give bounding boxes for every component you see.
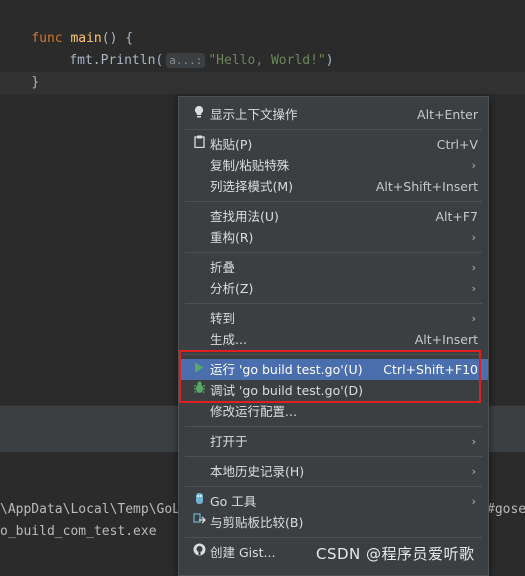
go-tools-icon: [192, 491, 206, 512]
menu-item-run-go-build[interactable]: 运行 'go build test.go'(U) Ctrl+Shift+F10: [179, 359, 488, 380]
menu-separator: [185, 354, 482, 355]
menu-separator: [185, 303, 482, 304]
menu-item-folding[interactable]: 折叠 ›: [179, 257, 488, 278]
chevron-right-icon: ›: [471, 231, 476, 244]
string-literal: "Hello, World!": [208, 53, 326, 68]
menu-item-shortcut: Alt+Shift+Insert: [375, 179, 478, 194]
menu-separator: [185, 129, 482, 130]
menu-separator: [185, 537, 482, 538]
menu-separator: [185, 201, 482, 202]
menu-item-label: 粘贴(P): [210, 137, 253, 152]
menu-item-show-context-actions[interactable]: 显示上下文操作 Alt+Enter: [179, 104, 488, 125]
chevron-right-icon: ›: [471, 495, 476, 508]
closing-brace: }: [31, 75, 40, 90]
menu-item-shortcut: Ctrl+Shift+F10: [383, 362, 478, 377]
chevron-right-icon: ›: [471, 435, 476, 448]
menu-item-copy-paste-special[interactable]: 复制/粘贴特殊 ›: [179, 155, 488, 176]
menu-item-label: 创建 Gist...: [210, 545, 276, 560]
menu-item-generate[interactable]: 生成... Alt+Insert: [179, 329, 488, 350]
menu-item-paste[interactable]: 粘贴(P) Ctrl+V: [179, 134, 488, 155]
parameter-hint: a...:: [166, 53, 206, 68]
menu-item-label: 查找用法(U): [210, 209, 279, 224]
github-icon: [192, 542, 206, 563]
menu-item-open-in[interactable]: 打开于 ›: [179, 431, 488, 452]
menu-item-label: 与剪贴板比较(B): [210, 515, 304, 530]
code-line-1: func main() {: [0, 6, 133, 46]
menu-separator: [185, 486, 482, 487]
menu-item-label: 本地历史记录(H): [210, 464, 305, 479]
menu-item-shortcut: Alt+F7: [435, 209, 478, 224]
output-line-2: o_build_com_test.exe: [0, 524, 157, 539]
chevron-right-icon: ›: [471, 159, 476, 172]
menu-item-label: 修改运行配置...: [210, 404, 297, 419]
menu-item-label: 生成...: [210, 332, 247, 347]
code-close-paren: ): [325, 53, 334, 68]
menu-item-refactor[interactable]: 重构(R) ›: [179, 227, 488, 248]
menu-item-debug-go-build[interactable]: 调试 'go build test.go'(D): [179, 380, 488, 401]
menu-item-modify-run-config[interactable]: 修改运行配置...: [179, 401, 488, 422]
menu-item-label: 分析(Z): [210, 281, 254, 296]
code-line-3: }: [0, 50, 39, 90]
menu-item-go-to[interactable]: 转到 ›: [179, 308, 488, 329]
output-line-1-right: #gose: [487, 502, 525, 517]
menu-item-label: 运行 'go build test.go'(U): [210, 362, 363, 377]
menu-item-analyze[interactable]: 分析(Z) ›: [179, 278, 488, 299]
menu-item-compare-clipboard[interactable]: 与剪贴板比较(B): [179, 512, 488, 533]
menu-item-label: 转到: [210, 311, 236, 326]
compare-icon: [192, 512, 206, 533]
menu-item-column-selection-mode[interactable]: 列选择模式(M) Alt+Shift+Insert: [179, 176, 488, 197]
output-line-1: \AppData\Local\Temp\GoL: [0, 502, 181, 517]
chevron-right-icon: ›: [471, 282, 476, 295]
menu-item-find-usages[interactable]: 查找用法(U) Alt+F7: [179, 206, 488, 227]
run-icon: [192, 359, 206, 380]
chevron-right-icon: ›: [471, 465, 476, 478]
menu-item-label: 重构(R): [210, 230, 254, 245]
chevron-right-icon: ›: [471, 261, 476, 274]
menu-item-label: 调试 'go build test.go'(D): [210, 383, 364, 398]
current-line-highlight: [0, 72, 525, 94]
context-menu: 显示上下文操作 Alt+Enter 粘贴(P) Ctrl+V 复制/粘贴特殊 ›…: [178, 96, 489, 576]
menu-item-label: 列选择模式(M): [210, 179, 294, 194]
lightbulb-icon: [192, 104, 206, 125]
menu-separator: [185, 426, 482, 427]
watermark: CSDN @程序员爱听歌: [316, 545, 475, 563]
menu-item-label: 显示上下文操作: [210, 107, 298, 122]
menu-item-label: 复制/粘贴特殊: [210, 158, 290, 173]
menu-item-label: 折叠: [210, 260, 236, 275]
menu-item-shortcut: Alt+Enter: [417, 107, 478, 122]
menu-item-go-tools[interactable]: Go 工具 ›: [179, 491, 488, 512]
menu-separator: [185, 456, 482, 457]
menu-separator: [185, 252, 482, 253]
clipboard-icon: [192, 134, 206, 155]
code-line-2: fmt.Println(a...: "Hello, World!"): [38, 28, 334, 68]
menu-item-shortcut: Ctrl+V: [436, 137, 478, 152]
menu-item-shortcut: Alt+Insert: [414, 332, 478, 347]
code-call: fmt.Println(: [69, 53, 164, 68]
menu-item-label: Go 工具: [210, 494, 257, 509]
chevron-right-icon: ›: [471, 312, 476, 325]
menu-item-local-history[interactable]: 本地历史记录(H) ›: [179, 461, 488, 482]
debug-icon: [192, 380, 206, 401]
menu-item-label: 打开于: [210, 434, 248, 449]
